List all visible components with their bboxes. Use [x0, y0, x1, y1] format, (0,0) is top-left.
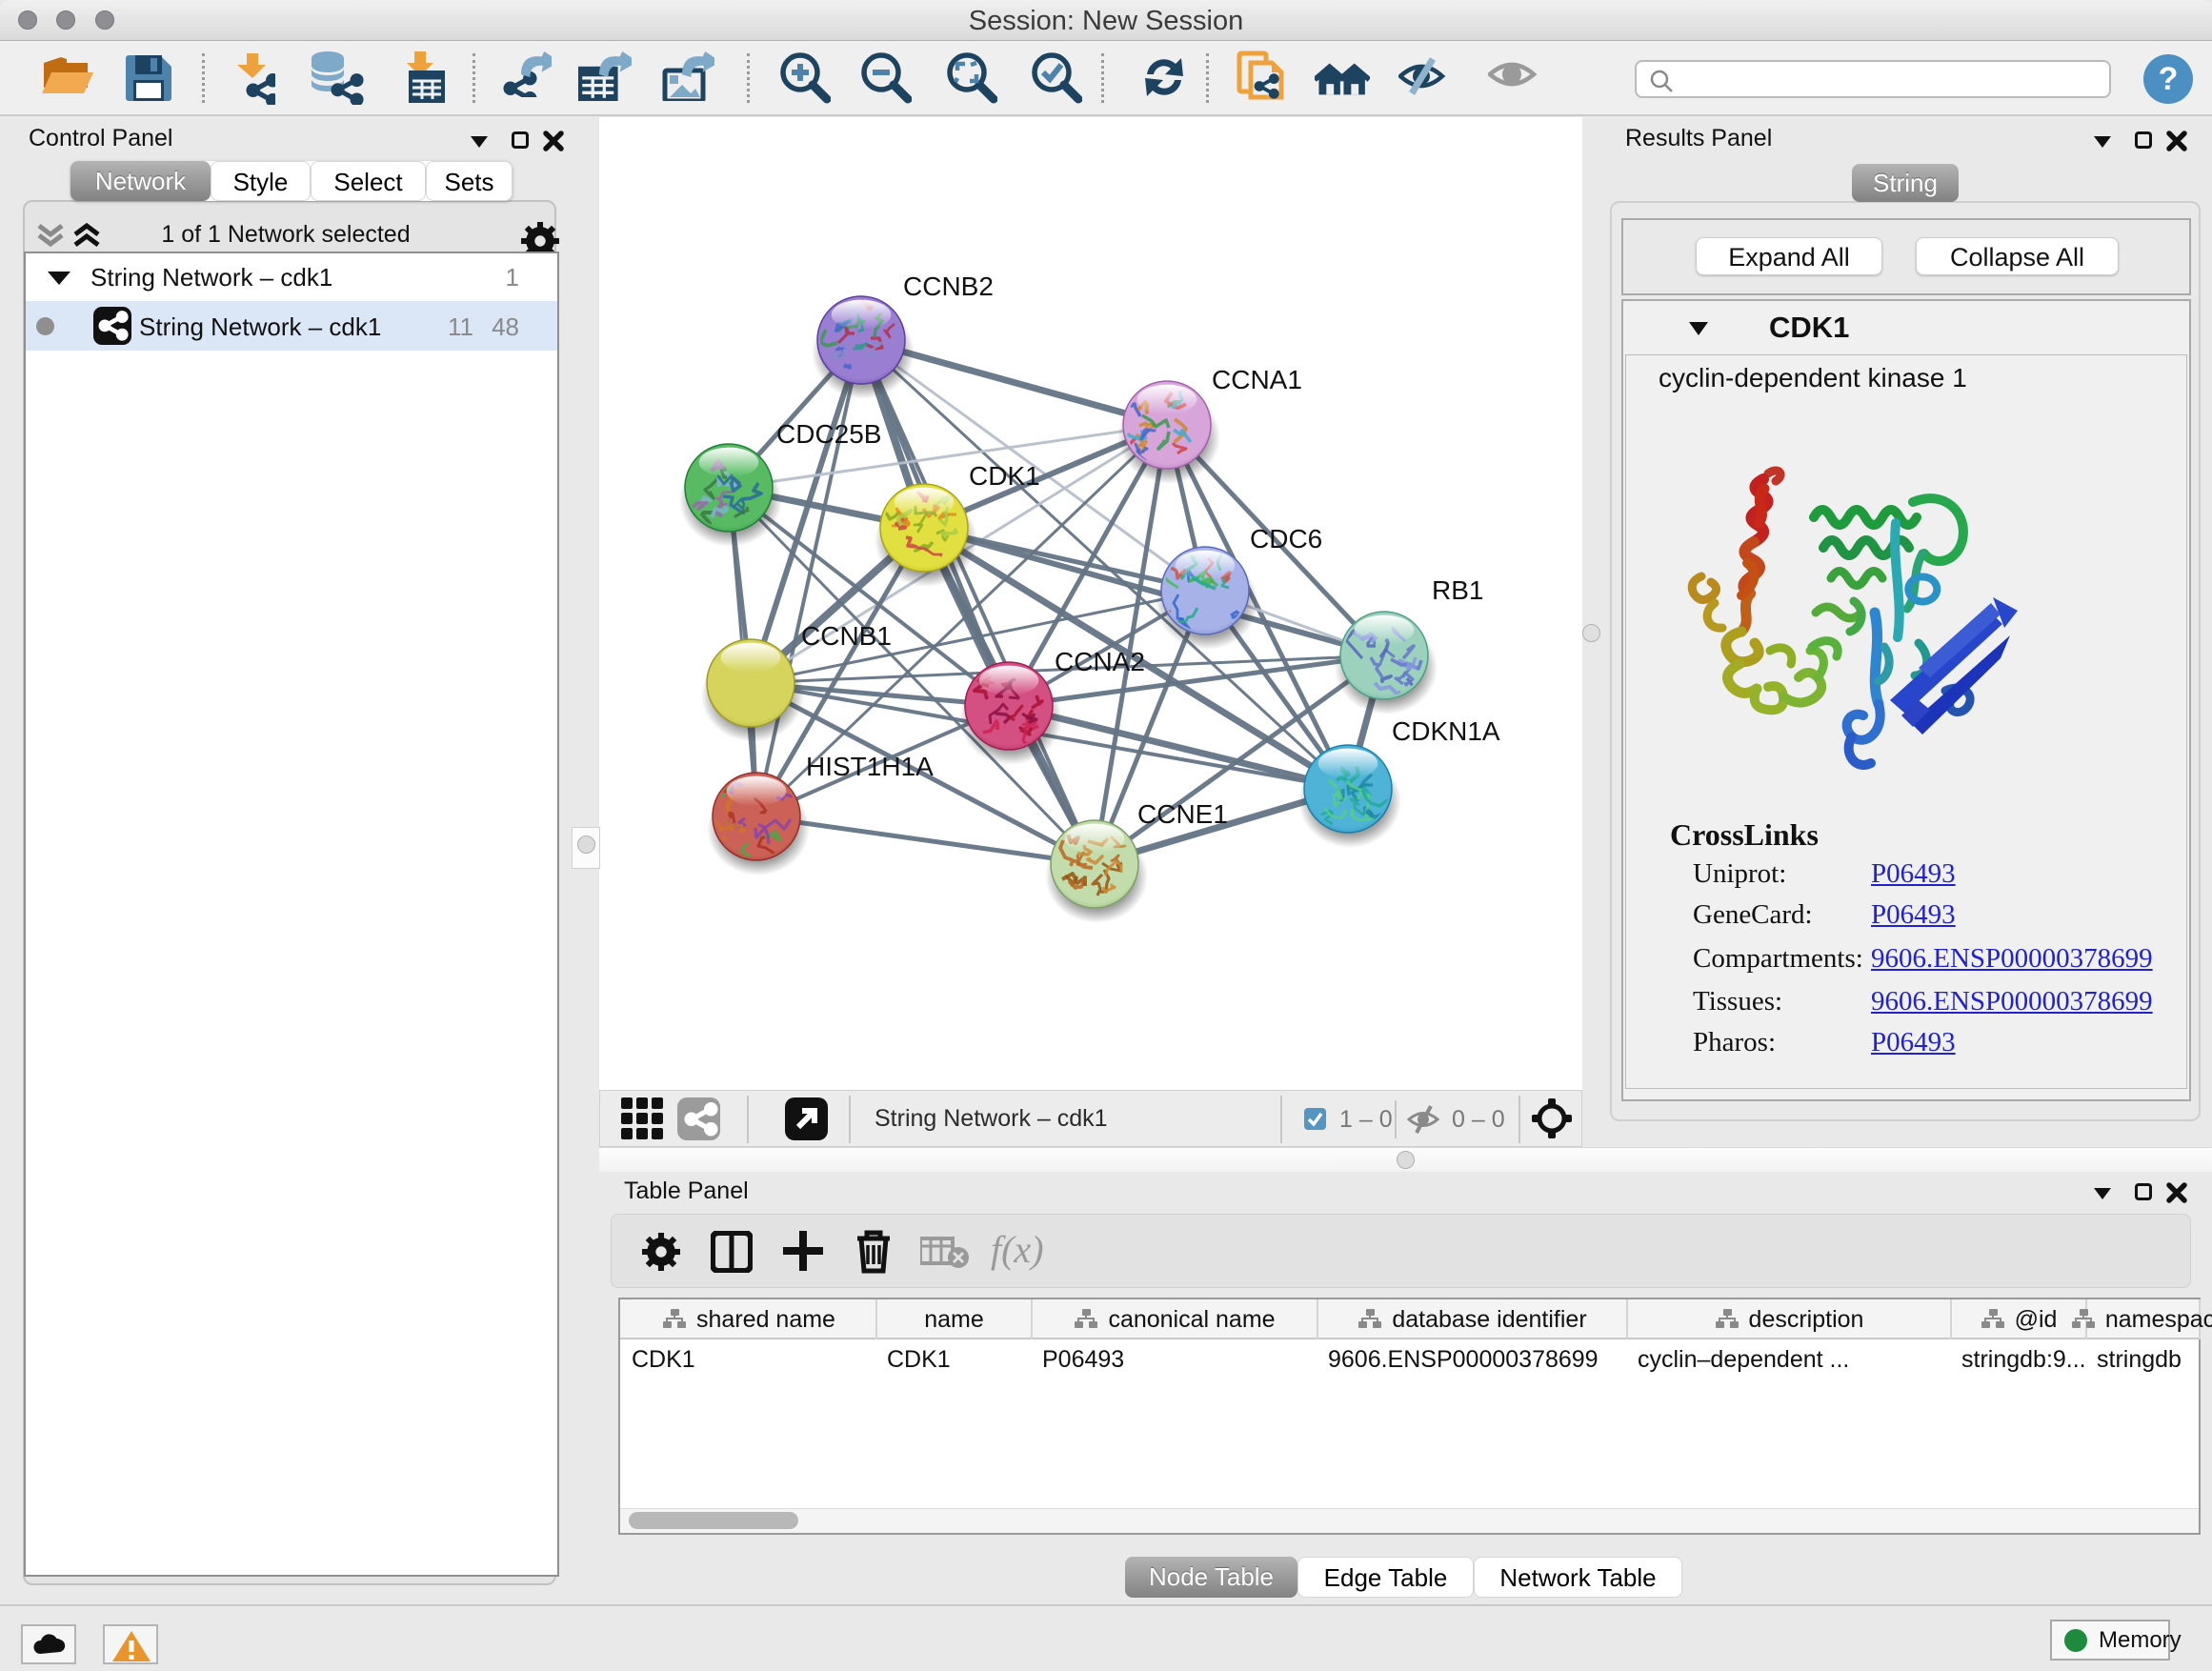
svg-text:CCNB2: CCNB2: [903, 272, 994, 301]
svg-text:CCNB1: CCNB1: [801, 621, 892, 651]
svg-text:CDKN1A: CDKN1A: [1392, 716, 1500, 746]
svg-text:RB1: RB1: [1432, 575, 1483, 605]
svg-text:CDC6: CDC6: [1250, 524, 1322, 554]
svg-text:CDC25B: CDC25B: [776, 419, 881, 449]
svg-text:?: ?: [2159, 61, 2179, 97]
svg-text:HIST1H1A: HIST1H1A: [806, 752, 934, 781]
svg-text:CCNA1: CCNA1: [1212, 365, 1302, 394]
svg-text:CDK1: CDK1: [969, 461, 1040, 491]
svg-text:CCNE1: CCNE1: [1137, 799, 1228, 829]
svg-text:CCNA2: CCNA2: [1055, 647, 1145, 676]
